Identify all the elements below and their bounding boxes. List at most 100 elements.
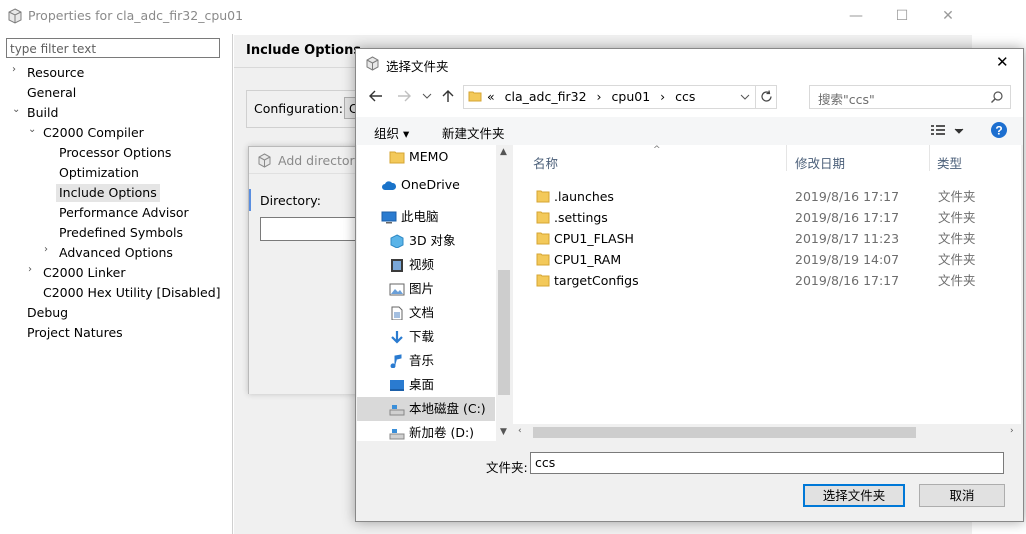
collapsed-arrow-icon	[44, 164, 54, 182]
file-row[interactable]: .launches 2019/8/16 17:17 文件夹	[513, 186, 1003, 207]
nav-item[interactable]: 3D 对象	[357, 229, 495, 253]
file-name: .launches	[554, 189, 614, 204]
nav-item-label: 桌面	[409, 377, 435, 392]
navigation-scrollbar[interactable]: ▲ ▼	[496, 145, 512, 441]
disk-icon	[389, 426, 405, 440]
file-row[interactable]: targetConfigs 2019/8/16 17:17 文件夹	[513, 270, 1003, 291]
nav-item[interactable]: 音乐	[357, 349, 495, 373]
tree-item[interactable]: Processor Options	[56, 144, 174, 162]
nav-item[interactable]: 下载	[357, 325, 495, 349]
file-type: 文件夹	[938, 252, 976, 267]
nav-item-label: 图片	[409, 281, 435, 296]
new-folder-button[interactable]: 新建文件夹	[442, 123, 505, 142]
file-name: CPU1_RAM	[554, 252, 622, 267]
address-dropdown-icon[interactable]	[740, 93, 750, 101]
horizontal-scrollbar[interactable]: ‹ ›	[513, 424, 1021, 441]
forward-arrow-icon[interactable]	[396, 89, 412, 103]
folder-icon	[389, 150, 405, 164]
collapsed-arrow-icon	[28, 284, 38, 302]
minimize-button[interactable]: —	[833, 0, 879, 31]
expanded-arrow-icon[interactable]: ⌄	[28, 124, 38, 142]
tree-item[interactable]: Resource	[24, 64, 87, 82]
nav-item[interactable]: 文档	[357, 301, 495, 325]
disk-icon	[389, 402, 405, 416]
collapsed-arrow-icon[interactable]: ›	[12, 64, 22, 82]
column-name[interactable]: 名称	[533, 153, 558, 172]
search-input[interactable]: 搜索"ccs"	[809, 85, 1011, 109]
app-icon	[8, 8, 22, 24]
address-bar[interactable]: « cla_adc_fir32 › cpu01 › ccs	[463, 85, 777, 109]
splitter[interactable]	[232, 34, 233, 534]
view-options-icon[interactable]	[930, 124, 946, 136]
refresh-icon[interactable]	[759, 89, 774, 104]
collapsed-arrow-icon	[44, 184, 54, 202]
breadcrumb-overflow[interactable]: «	[487, 89, 495, 104]
file-name: .settings	[554, 210, 608, 225]
breadcrumb-item[interactable]: cla_adc_fir32	[505, 89, 587, 104]
nav-item[interactable]: 桌面	[357, 373, 495, 397]
nav-item[interactable]: 图片	[357, 277, 495, 301]
close-icon[interactable]: ✕	[996, 53, 1009, 71]
expanded-arrow-icon[interactable]: ⌄	[12, 104, 22, 122]
tree-item[interactable]: Optimization	[56, 164, 142, 182]
tree-item[interactable]: Project Natures	[24, 324, 126, 342]
file-row[interactable]: CPU1_FLASH 2019/8/17 11:23 文件夹	[513, 228, 1003, 249]
window-title: Properties for cla_adc_fir32_cpu01	[28, 8, 244, 23]
breadcrumb-item[interactable]: ccs	[675, 89, 695, 104]
collapsed-arrow-icon	[44, 204, 54, 222]
breadcrumb-separator[interactable]: ›	[660, 89, 665, 104]
tree-item[interactable]: Advanced Options	[56, 244, 176, 262]
collapsed-arrow-icon[interactable]: ›	[28, 264, 38, 282]
tree-item[interactable]: Include Options	[56, 184, 160, 202]
tree-item[interactable]: Performance Advisor	[56, 204, 192, 222]
nav-item[interactable]: MEMO	[357, 145, 495, 169]
nav-item[interactable]: OneDrive	[357, 173, 495, 197]
folder-name-input[interactable]: ccs	[530, 452, 1004, 474]
tree-item[interactable]: C2000 Compiler	[40, 124, 147, 142]
organize-menu[interactable]: 组织 ▾	[374, 123, 409, 142]
search-icon[interactable]	[990, 90, 1004, 104]
desktop-icon	[389, 378, 405, 392]
up-arrow-icon[interactable]	[441, 89, 455, 103]
folder-label: 文件夹:	[486, 460, 528, 475]
view-dropdown-icon[interactable]	[954, 127, 964, 135]
filter-input[interactable]: type filter text	[6, 38, 220, 58]
nav-item[interactable]: 本地磁盘 (C:)	[357, 397, 495, 421]
recent-dropdown-icon[interactable]	[422, 92, 432, 100]
tree-item[interactable]: C2000 Hex Utility [Disabled]	[40, 284, 224, 302]
navigation-pane: MEMO OneDrive 此电脑 3D 对象 视频图片文档下载 音乐桌面本地磁盘 (C:…	[357, 145, 512, 441]
nav-item[interactable]: 视频	[357, 253, 495, 277]
collapsed-arrow-icon[interactable]: ›	[44, 244, 54, 262]
nav-item-label: 新加卷 (D:)	[409, 425, 475, 440]
tree-item[interactable]: Predefined Symbols	[56, 224, 186, 242]
select-folder-button[interactable]: 选择文件夹	[803, 484, 905, 507]
cancel-button[interactable]: 取消	[919, 484, 1005, 507]
nav-item-label: 文档	[409, 305, 435, 320]
file-type: 文件夹	[938, 231, 976, 246]
folder-icon	[536, 252, 550, 266]
column-type[interactable]: 类型	[937, 153, 962, 172]
directory-input[interactable]	[260, 217, 362, 241]
maximize-button[interactable]: ☐	[879, 0, 925, 31]
collapsed-arrow-icon	[44, 224, 54, 242]
tree-item[interactable]: Debug	[24, 304, 71, 322]
file-row[interactable]: .settings 2019/8/16 17:17 文件夹	[513, 207, 1003, 228]
page-title: Include Options	[246, 43, 362, 58]
back-arrow-icon[interactable]	[368, 89, 384, 103]
dialog-title: 选择文件夹	[386, 59, 449, 74]
folder-icon	[536, 210, 550, 224]
tree-item[interactable]: Build	[24, 104, 61, 122]
nav-item[interactable]: 新加卷 (D:)	[357, 421, 495, 445]
document-icon	[389, 306, 405, 320]
file-row[interactable]: CPU1_RAM 2019/8/19 14:07 文件夹	[513, 249, 1003, 270]
app-icon	[366, 56, 379, 71]
nav-item[interactable]: 此电脑	[357, 205, 495, 229]
breadcrumb-separator[interactable]: ›	[597, 89, 602, 104]
column-date[interactable]: 修改日期	[795, 153, 845, 172]
breadcrumb-item[interactable]: cpu01	[612, 89, 651, 104]
tree-item[interactable]: C2000 Linker	[40, 264, 129, 282]
file-name: targetConfigs	[554, 273, 639, 288]
tree-item[interactable]: General	[24, 84, 79, 102]
close-button[interactable]: ✕	[925, 0, 971, 31]
help-icon[interactable]: ?	[990, 121, 1008, 139]
